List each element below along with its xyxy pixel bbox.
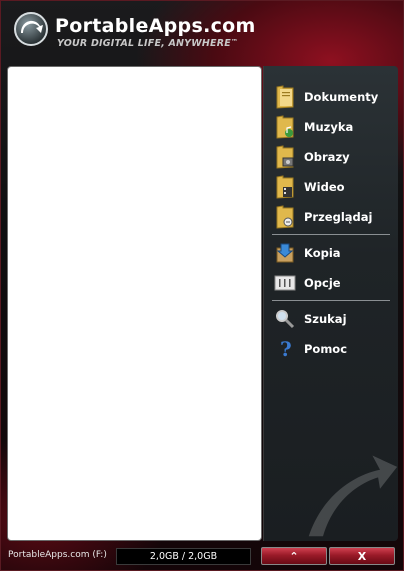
sidebar-menu: Dokumenty Muzyka Obrazy Wideo Przeglądaj <box>263 66 398 541</box>
sidebar-item-documents[interactable]: Dokumenty <box>274 84 394 110</box>
sidebar-item-label: Opcje <box>304 276 341 290</box>
sidebar-item-video[interactable]: Wideo <box>274 174 394 200</box>
sidebar-item-help[interactable]: ? Pomoc <box>274 336 394 362</box>
svg-text:?: ? <box>280 338 292 360</box>
video-folder-icon <box>274 175 296 199</box>
sidebar-item-label: Przeglądaj <box>304 210 373 224</box>
brand-title: PortableApps.com <box>55 15 256 37</box>
pictures-folder-icon <box>274 145 296 169</box>
documents-folder-icon <box>274 85 296 109</box>
options-icon <box>274 271 296 295</box>
storage-usage: 2,0GB / 2,0GB <box>116 548 251 565</box>
sidebar-item-search[interactable]: Szukaj <box>274 306 394 332</box>
explore-folder-icon <box>274 205 296 229</box>
sidebar-item-pictures[interactable]: Obrazy <box>274 144 394 170</box>
minimize-button[interactable]: ⌃ <box>261 547 327 565</box>
portableapps-logo-icon <box>13 11 49 47</box>
sidebar-item-music[interactable]: Muzyka <box>274 114 394 140</box>
sidebar-item-options[interactable]: Opcje <box>274 270 394 296</box>
sidebar-item-label: Obrazy <box>304 150 350 164</box>
app-list-panel[interactable] <box>7 66 262 541</box>
sidebar-item-label: Muzyka <box>304 120 354 134</box>
menu-divider <box>272 234 390 235</box>
backup-icon <box>274 241 296 265</box>
help-icon: ? <box>274 337 296 361</box>
sidebar-item-label: Wideo <box>304 180 345 194</box>
tagline-text: YOUR DIGITAL LIFE, ANYWHERE <box>57 38 231 49</box>
trademark-mark: ™ <box>230 38 239 46</box>
search-icon <box>274 307 296 331</box>
brand-tagline: YOUR DIGITAL LIFE, ANYWHERE™ <box>57 38 238 49</box>
drive-label: PortableApps.com (F:) <box>8 550 107 560</box>
close-button[interactable]: X <box>329 547 395 565</box>
background-arrow-icon <box>308 455 398 537</box>
sidebar-item-label: Pomoc <box>304 342 348 356</box>
sidebar-item-backup[interactable]: Kopia <box>274 240 394 266</box>
sidebar-item-label: Szukaj <box>304 312 347 326</box>
sidebar-item-label: Kopia <box>304 246 341 260</box>
portableapps-window: PortableApps.com YOUR DIGITAL LIFE, ANYW… <box>0 0 404 571</box>
menu-divider <box>272 300 390 301</box>
sidebar-item-explore[interactable]: Przeglądaj <box>274 204 394 230</box>
music-folder-icon <box>274 115 296 139</box>
sidebar-item-label: Dokumenty <box>304 90 379 104</box>
